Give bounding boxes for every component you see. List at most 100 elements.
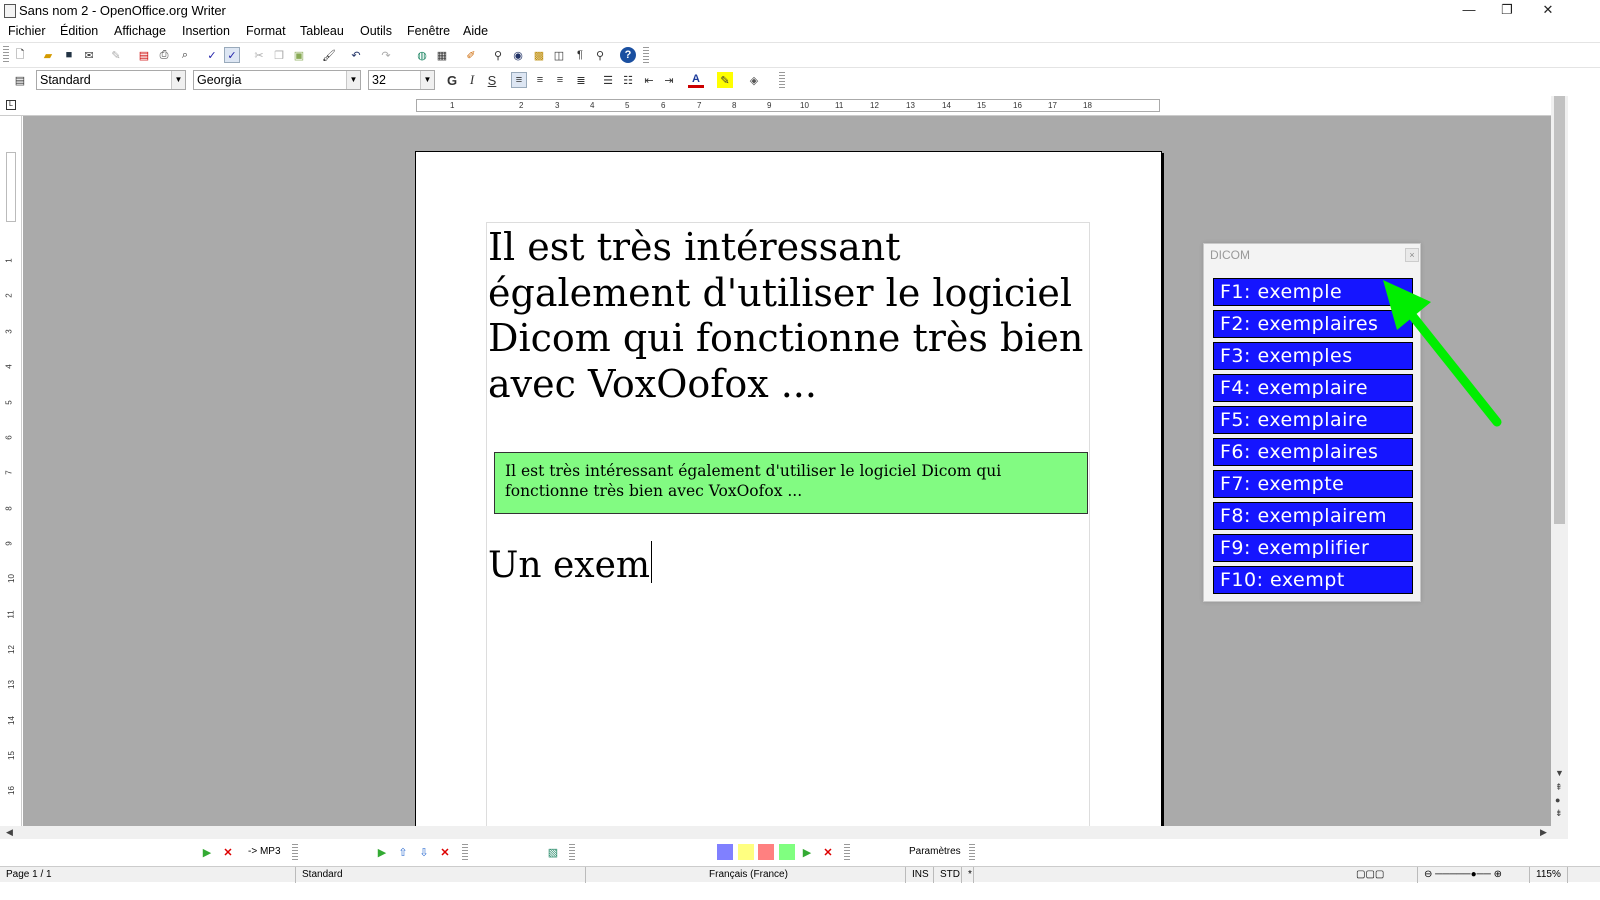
font-color-icon[interactable]: A — [688, 72, 704, 88]
export-pdf-icon[interactable]: ▤ — [136, 47, 152, 63]
paste-icon[interactable]: ▣ — [291, 47, 307, 63]
align-right-icon[interactable]: ≡ — [552, 72, 568, 88]
toolbar-grip[interactable] — [462, 844, 468, 862]
menu-edition[interactable]: Édition — [60, 24, 98, 38]
view-layout-icons[interactable]: ▢▢▢ — [1350, 867, 1418, 883]
zoom-level[interactable]: 115% — [1530, 867, 1568, 883]
numbering-icon[interactable]: ☰ — [600, 72, 616, 88]
arrow-down-icon[interactable]: ⇩ — [416, 844, 432, 860]
toolbar-grip[interactable] — [3, 46, 9, 64]
blue-color-swatch[interactable] — [717, 844, 733, 860]
background-color-icon[interactable]: ◈ — [746, 72, 762, 88]
help-icon[interactable]: ? — [620, 47, 636, 63]
dicom-suggestion-f10[interactable]: F10: exempt — [1213, 566, 1413, 594]
highlighting-icon[interactable]: ✎ — [717, 72, 733, 88]
vertical-scrollbar[interactable]: ▼ ⇞ ● ⇟ — [1551, 96, 1568, 826]
align-center-icon[interactable]: ≡ — [532, 72, 548, 88]
toolbar-grip[interactable] — [969, 844, 975, 862]
data-sources-icon[interactable]: ◫ — [551, 47, 567, 63]
horizontal-ruler[interactable]: L 1 2 3 4 5 6 7 8 9 10 11 12 13 14 15 16… — [0, 96, 1568, 116]
decrease-indent-icon[interactable]: ⇤ — [641, 72, 657, 88]
justify-icon[interactable]: ≣ — [573, 72, 589, 88]
highlighted-text-box[interactable]: Il est très intéressant également d'util… — [494, 452, 1088, 514]
previous-page-icon[interactable]: ⇞ — [1555, 782, 1563, 793]
chevron-down-icon[interactable]: ▼ — [420, 71, 434, 89]
selection-mode-indicator[interactable]: STD — [934, 867, 962, 883]
bullets-icon[interactable]: ☷ — [620, 72, 636, 88]
page-indicator[interactable]: Page 1 / 1 — [0, 867, 296, 883]
scroll-left-arrow-icon[interactable]: ◀ — [6, 827, 13, 838]
chevron-down-icon[interactable]: ▼ — [346, 71, 360, 89]
gallery-icon[interactable]: ▩ — [531, 47, 547, 63]
tab-stop-icon[interactable]: L — [6, 100, 16, 110]
email-icon[interactable]: ✉ — [81, 47, 97, 63]
edit-file-icon[interactable]: ✎ — [108, 47, 124, 63]
print-preview-icon[interactable]: ⌕ — [177, 47, 193, 63]
menu-fenetre[interactable]: Fenêtre — [407, 24, 450, 38]
save-icon[interactable]: ■ — [61, 47, 77, 63]
dicom-suggestion-f6[interactable]: F6: exemplaires — [1213, 438, 1413, 466]
format-paintbrush-icon[interactable]: 🖌 — [321, 47, 337, 63]
yellow-color-swatch[interactable] — [738, 844, 754, 860]
close-button[interactable]: ✕ — [1525, 0, 1571, 22]
dicom-close-button[interactable]: × — [1405, 248, 1419, 262]
menu-outils[interactable]: Outils — [360, 24, 392, 38]
language-indicator[interactable]: Français (France) — [586, 867, 906, 883]
text-boundaries[interactable]: Il est très intéressant également d'util… — [486, 222, 1090, 826]
play-icon[interactable]: ▶ — [374, 844, 390, 860]
redo-icon[interactable]: ↷ — [378, 47, 394, 63]
hyperlink-icon[interactable]: ◍ — [414, 47, 430, 63]
page-style-indicator[interactable]: Standard — [296, 867, 586, 883]
scroll-right-arrow-icon[interactable]: ▶ — [1540, 827, 1547, 838]
new-document-icon[interactable]: 🗋 — [12, 47, 28, 63]
dicom-suggestion-f8[interactable]: F8: exemplairem — [1213, 502, 1413, 530]
font-size-select[interactable]: 32 ▼ — [368, 70, 435, 90]
open-folder-icon[interactable]: ▰ — [40, 47, 56, 63]
toolbar-grip[interactable] — [569, 844, 575, 862]
restore-button[interactable]: ❐ — [1484, 0, 1530, 22]
zoom-slider[interactable]: ⊖ ─────●── ⊕ — [1418, 867, 1530, 883]
red-color-swatch[interactable] — [758, 844, 774, 860]
stop-icon[interactable]: ✕ — [820, 844, 836, 860]
chevron-down-icon[interactable]: ▼ — [171, 71, 185, 89]
undo-icon[interactable]: ↶ — [348, 47, 364, 63]
arrow-up-icon[interactable]: ⇧ — [395, 844, 411, 860]
align-left-icon[interactable]: ≡ — [511, 72, 527, 88]
italic-button[interactable]: I — [464, 72, 480, 88]
spellcheck-icon[interactable]: ✓ — [204, 47, 220, 63]
menu-tableau[interactable]: Tableau — [300, 24, 344, 38]
toolbar-end-grip[interactable] — [779, 72, 785, 90]
menu-format[interactable]: Format — [246, 24, 286, 38]
navigator-icon[interactable]: ◉ — [510, 47, 526, 63]
vertical-ruler[interactable]: 1 2 3 4 5 6 7 8 9 10 11 12 13 14 15 16 — [0, 116, 22, 826]
insert-mode-indicator[interactable]: INS — [906, 867, 934, 883]
mp3-button[interactable]: -> MP3 — [248, 846, 281, 857]
play-icon[interactable]: ▶ — [199, 844, 215, 860]
toolbar-grip[interactable] — [292, 844, 298, 862]
font-name-select[interactable]: Georgia ▼ — [193, 70, 361, 90]
document-modified-indicator[interactable]: * — [962, 867, 974, 883]
draw-functions-icon[interactable]: ✐ — [463, 47, 479, 63]
dicom-suggestion-f7[interactable]: F7: exempte — [1213, 470, 1413, 498]
increase-indent-icon[interactable]: ⇥ — [661, 72, 677, 88]
menu-aide[interactable]: Aide — [463, 24, 488, 38]
navigation-icon[interactable]: ● — [1555, 795, 1560, 805]
scrollbar-thumb[interactable] — [1554, 96, 1565, 524]
styles-formatting-icon[interactable]: ▤ — [12, 72, 28, 88]
green-color-swatch[interactable] — [779, 844, 795, 860]
parametres-button[interactable]: Paramètres — [909, 846, 961, 857]
paragraph-style-select[interactable]: Standard ▼ — [36, 70, 186, 90]
ruler-body[interactable]: 1 2 3 4 5 6 7 8 9 10 11 12 13 14 15 16 1… — [416, 99, 1160, 112]
document-page[interactable]: Il est très intéressant également d'util… — [415, 151, 1162, 826]
bold-button[interactable]: G — [444, 72, 460, 88]
zoom-icon[interactable]: ⚲ — [592, 47, 608, 63]
cut-icon[interactable]: ✂ — [251, 47, 267, 63]
paragraph-2[interactable]: Un exem — [488, 541, 653, 586]
formatting-marks-icon[interactable]: ¶ — [572, 47, 588, 63]
toolbar-end-grip[interactable] — [643, 47, 649, 65]
dicom-suggestion-f9[interactable]: F9: exemplifier — [1213, 534, 1413, 562]
menu-insertion[interactable]: Insertion — [182, 24, 230, 38]
stop-icon[interactable]: ✕ — [437, 844, 453, 860]
toolbar-grip[interactable] — [844, 844, 850, 862]
menu-fichier[interactable]: Fichier — [8, 24, 46, 38]
